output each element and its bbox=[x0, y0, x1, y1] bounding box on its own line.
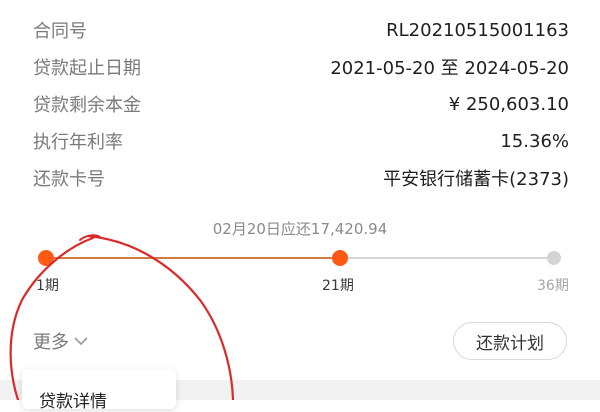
detail-row-rate: 执行年利率 15.36% bbox=[33, 127, 569, 155]
contract-number-label: 合同号 bbox=[33, 21, 87, 42]
more-label: 更多 bbox=[33, 332, 69, 353]
progress-track-completed bbox=[46, 257, 340, 259]
detail-row-principal: 贷款剩余本金 ¥ 250,603.10 bbox=[33, 90, 569, 118]
period-label-current: 21期 bbox=[322, 278, 354, 294]
detail-row-card: 还款卡号 平安银行储蓄卡(2373) bbox=[33, 164, 569, 192]
period-label-start: 1期 bbox=[36, 278, 59, 294]
loan-term-label: 贷款起止日期 bbox=[33, 58, 141, 79]
interest-rate-label: 执行年利率 bbox=[33, 132, 123, 153]
repayment-card-label: 还款卡号 bbox=[33, 169, 105, 190]
progress-dot-start bbox=[38, 250, 54, 266]
chevron-down-icon bbox=[74, 337, 88, 346]
remaining-principal-value: ¥ 250,603.10 bbox=[448, 93, 569, 115]
period-label-end: 36期 bbox=[537, 278, 569, 294]
more-toggle[interactable]: 更多 bbox=[33, 328, 89, 354]
remaining-principal-label: 贷款剩余本金 bbox=[33, 95, 141, 116]
progress-dot-end bbox=[547, 251, 561, 265]
due-amount-note: 02月20日应还17,420.94 bbox=[212, 220, 388, 238]
progress-track-remaining bbox=[340, 257, 554, 259]
repayment-card-value: 平安银行储蓄卡(2373) bbox=[383, 169, 569, 190]
loan-term-value: 2021-05-20 至 2024-05-20 bbox=[330, 58, 569, 79]
detail-row-contract: 合同号 RL20210515001163 bbox=[33, 16, 569, 44]
interest-rate-value: 15.36% bbox=[500, 130, 569, 152]
repayment-plan-button[interactable]: 还款计划 bbox=[453, 322, 567, 360]
contract-number-value: RL20210515001163 bbox=[386, 19, 569, 41]
detail-row-term: 贷款起止日期 2021-05-20 至 2024-05-20 bbox=[33, 53, 569, 81]
more-dropdown-menu: 贷款详情 bbox=[22, 369, 176, 412]
progress-dot-current bbox=[332, 250, 348, 266]
